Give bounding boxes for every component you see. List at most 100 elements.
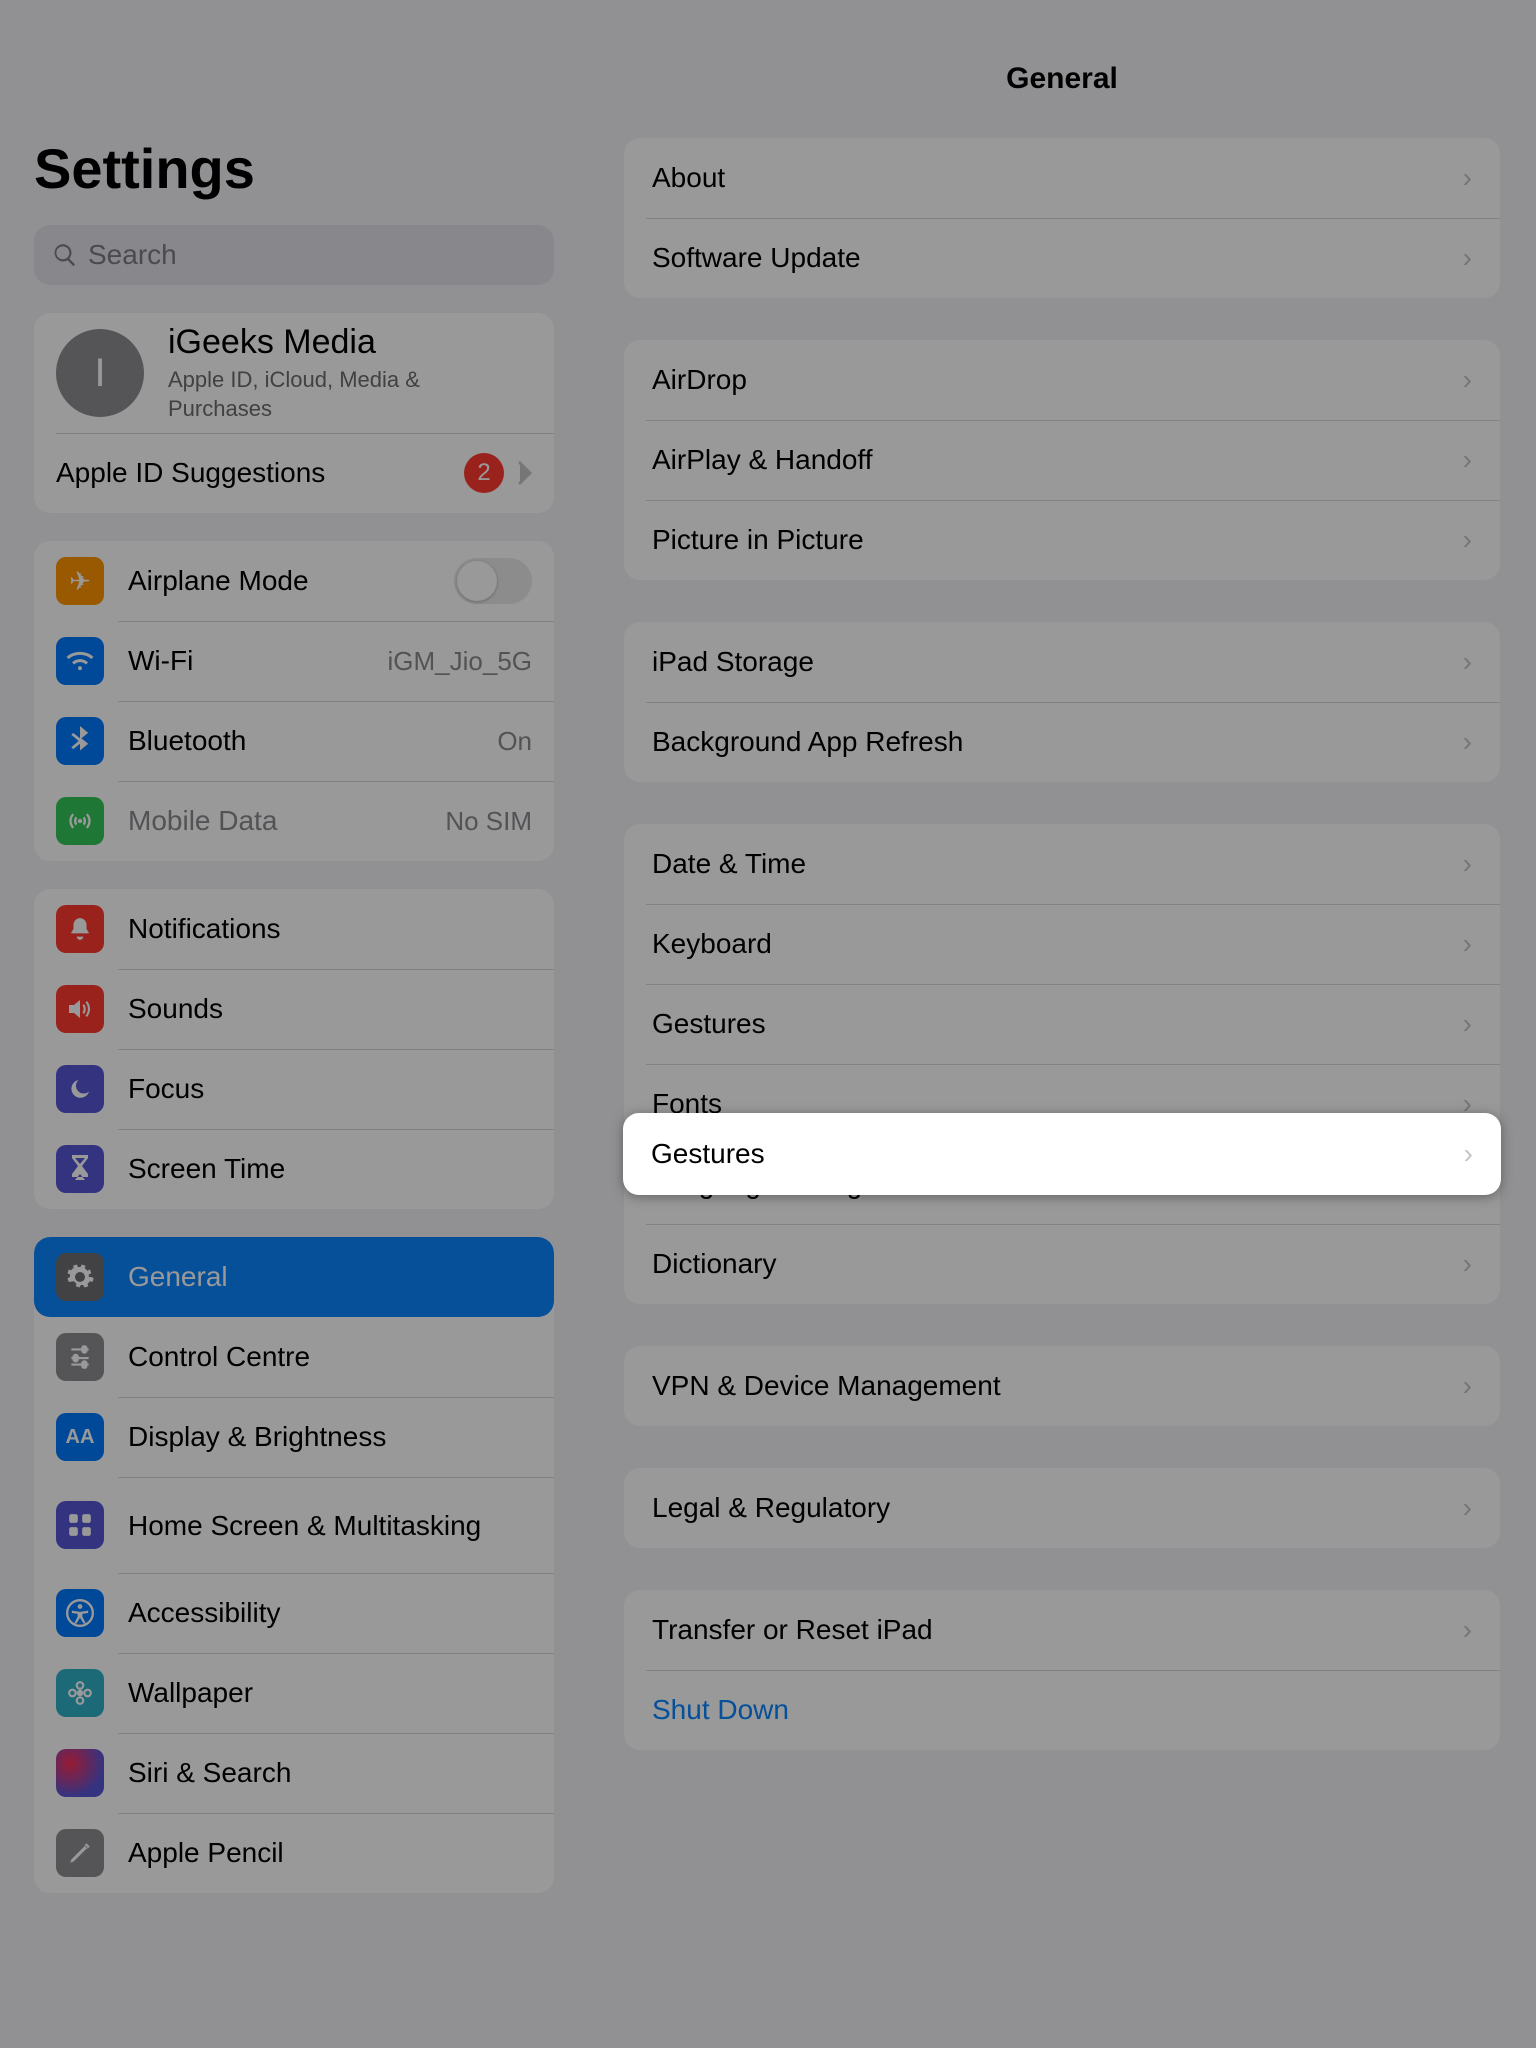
airplane-toggle[interactable] xyxy=(454,558,532,604)
chevron-right-icon: › xyxy=(1463,1370,1472,1402)
airplane-mode-row[interactable]: ✈ Airplane Mode xyxy=(34,541,554,621)
suggestions-badge: 2 xyxy=(464,453,504,493)
search-input[interactable]: Search xyxy=(34,225,554,285)
dictionary-label: Dictionary xyxy=(652,1248,776,1280)
home-screen-row[interactable]: Home Screen & Multitasking xyxy=(34,1477,554,1573)
wifi-value: iGM_Jio_5G xyxy=(388,646,533,677)
general-row[interactable]: General xyxy=(34,1237,554,1317)
legal-row[interactable]: Legal & Regulatory › xyxy=(624,1468,1500,1548)
datetime-row[interactable]: Date & Time › xyxy=(624,824,1500,904)
focus-row[interactable]: Focus xyxy=(34,1049,554,1129)
mobile-data-label: Mobile Data xyxy=(128,805,277,837)
apple-id-suggestions-row[interactable]: Apple ID Suggestions 2 xyxy=(34,433,554,513)
sounds-row[interactable]: Sounds xyxy=(34,969,554,1049)
ipad-storage-row[interactable]: iPad Storage › xyxy=(624,622,1500,702)
display-label: Display & Brightness xyxy=(128,1421,386,1453)
search-icon xyxy=(52,242,78,268)
keyboard-row[interactable]: Keyboard › xyxy=(624,904,1500,984)
airplane-icon: ✈ xyxy=(56,557,104,605)
gestures-label: Gestures xyxy=(652,1008,766,1040)
bluetooth-value: On xyxy=(497,726,532,757)
about-label: About xyxy=(652,162,725,194)
antenna-icon xyxy=(56,797,104,845)
apple-pencil-row[interactable]: Apple Pencil xyxy=(34,1813,554,1893)
profile-row[interactable]: I iGeeks Media Apple ID, iCloud, Media &… xyxy=(34,313,554,433)
textsize-icon: AA xyxy=(56,1413,104,1461)
wifi-row[interactable]: Wi-Fi iGM_Jio_5G xyxy=(34,621,554,701)
keyboard-label: Keyboard xyxy=(652,928,772,960)
grid-icon xyxy=(56,1501,104,1549)
airplane-label: Airplane Mode xyxy=(128,565,309,597)
dictionary-row[interactable]: Dictionary › xyxy=(624,1224,1500,1304)
gear-icon xyxy=(56,1253,104,1301)
apple-id-suggestions-label: Apple ID Suggestions xyxy=(56,457,325,489)
notifications-label: Notifications xyxy=(128,913,281,945)
siri-icon xyxy=(56,1749,104,1797)
network-card: ✈ Airplane Mode Wi-Fi iGM_Jio_5G Bluetoo… xyxy=(34,541,554,861)
gestures-highlight-label: Gestures xyxy=(651,1138,765,1170)
about-row[interactable]: About › xyxy=(624,138,1500,218)
accessibility-label: Accessibility xyxy=(128,1597,280,1629)
software-update-row[interactable]: Software Update › xyxy=(624,218,1500,298)
chevron-right-icon: › xyxy=(1463,1492,1472,1524)
sidebar: Settings Search I iGeeks Media Apple ID,… xyxy=(0,0,588,2048)
sounds-label: Sounds xyxy=(128,993,223,1025)
gestures-row[interactable]: Gestures › xyxy=(624,984,1500,1064)
chevron-right-icon xyxy=(518,461,532,485)
chevron-right-icon: › xyxy=(1463,242,1472,274)
bluetooth-icon xyxy=(56,717,104,765)
mobile-data-row[interactable]: Mobile Data No SIM xyxy=(34,781,554,861)
transfer-label: Transfer or Reset iPad xyxy=(652,1614,933,1646)
wallpaper-row[interactable]: Wallpaper xyxy=(34,1653,554,1733)
chevron-right-icon: › xyxy=(1463,444,1472,476)
chevron-right-icon: › xyxy=(1463,1008,1472,1040)
flower-icon xyxy=(56,1669,104,1717)
screen-time-label: Screen Time xyxy=(128,1153,285,1185)
detail-pane: General About › Software Update › AirDro… xyxy=(588,0,1536,2048)
bg-refresh-label: Background App Refresh xyxy=(652,726,963,758)
bluetooth-label: Bluetooth xyxy=(128,725,246,757)
apple-pencil-label: Apple Pencil xyxy=(128,1837,284,1869)
screen-time-row[interactable]: Screen Time xyxy=(34,1129,554,1209)
bg-refresh-row[interactable]: Background App Refresh › xyxy=(624,702,1500,782)
page-title: Settings xyxy=(34,136,554,201)
shutdown-row[interactable]: Shut Down xyxy=(624,1670,1500,1750)
siri-row[interactable]: Siri & Search xyxy=(34,1733,554,1813)
chevron-right-icon: › xyxy=(1463,928,1472,960)
search-placeholder: Search xyxy=(88,239,177,271)
wifi-row-icon xyxy=(56,637,104,685)
control-centre-label: Control Centre xyxy=(128,1341,310,1373)
profile-name: iGeeks Media xyxy=(168,323,498,362)
transfer-row[interactable]: Transfer or Reset iPad › xyxy=(624,1590,1500,1670)
siri-label: Siri & Search xyxy=(128,1757,291,1789)
profile-card: I iGeeks Media Apple ID, iCloud, Media &… xyxy=(34,313,554,513)
display-row[interactable]: AA Display & Brightness xyxy=(34,1397,554,1477)
gestures-highlight[interactable]: Gestures › xyxy=(623,1113,1501,1195)
vpn-row[interactable]: VPN & Device Management › xyxy=(624,1346,1500,1426)
airplay-label: AirPlay & Handoff xyxy=(652,444,873,476)
mobile-data-value: No SIM xyxy=(445,806,532,837)
chevron-right-icon: › xyxy=(1463,1248,1472,1280)
datetime-label: Date & Time xyxy=(652,848,806,880)
accessibility-row[interactable]: Accessibility xyxy=(34,1573,554,1653)
airplay-row[interactable]: AirPlay & Handoff › xyxy=(624,420,1500,500)
bluetooth-row[interactable]: Bluetooth On xyxy=(34,701,554,781)
chevron-right-icon: › xyxy=(1463,364,1472,396)
accessibility-icon xyxy=(56,1589,104,1637)
notifications-row[interactable]: Notifications xyxy=(34,889,554,969)
pip-row[interactable]: Picture in Picture › xyxy=(624,500,1500,580)
sliders-icon xyxy=(56,1333,104,1381)
hourglass-icon xyxy=(56,1145,104,1193)
wifi-label: Wi-Fi xyxy=(128,645,193,677)
chevron-right-icon: › xyxy=(1463,646,1472,678)
detail-title: General xyxy=(624,62,1500,96)
home-screen-label: Home Screen & Multitasking xyxy=(128,1508,481,1543)
legal-label: Legal & Regulatory xyxy=(652,1492,890,1524)
shutdown-label: Shut Down xyxy=(652,1694,789,1726)
chevron-right-icon: › xyxy=(1463,848,1472,880)
pencil-icon xyxy=(56,1829,104,1877)
airdrop-row[interactable]: AirDrop › xyxy=(624,340,1500,420)
speaker-icon xyxy=(56,985,104,1033)
airdrop-label: AirDrop xyxy=(652,364,747,396)
control-centre-row[interactable]: Control Centre xyxy=(34,1317,554,1397)
